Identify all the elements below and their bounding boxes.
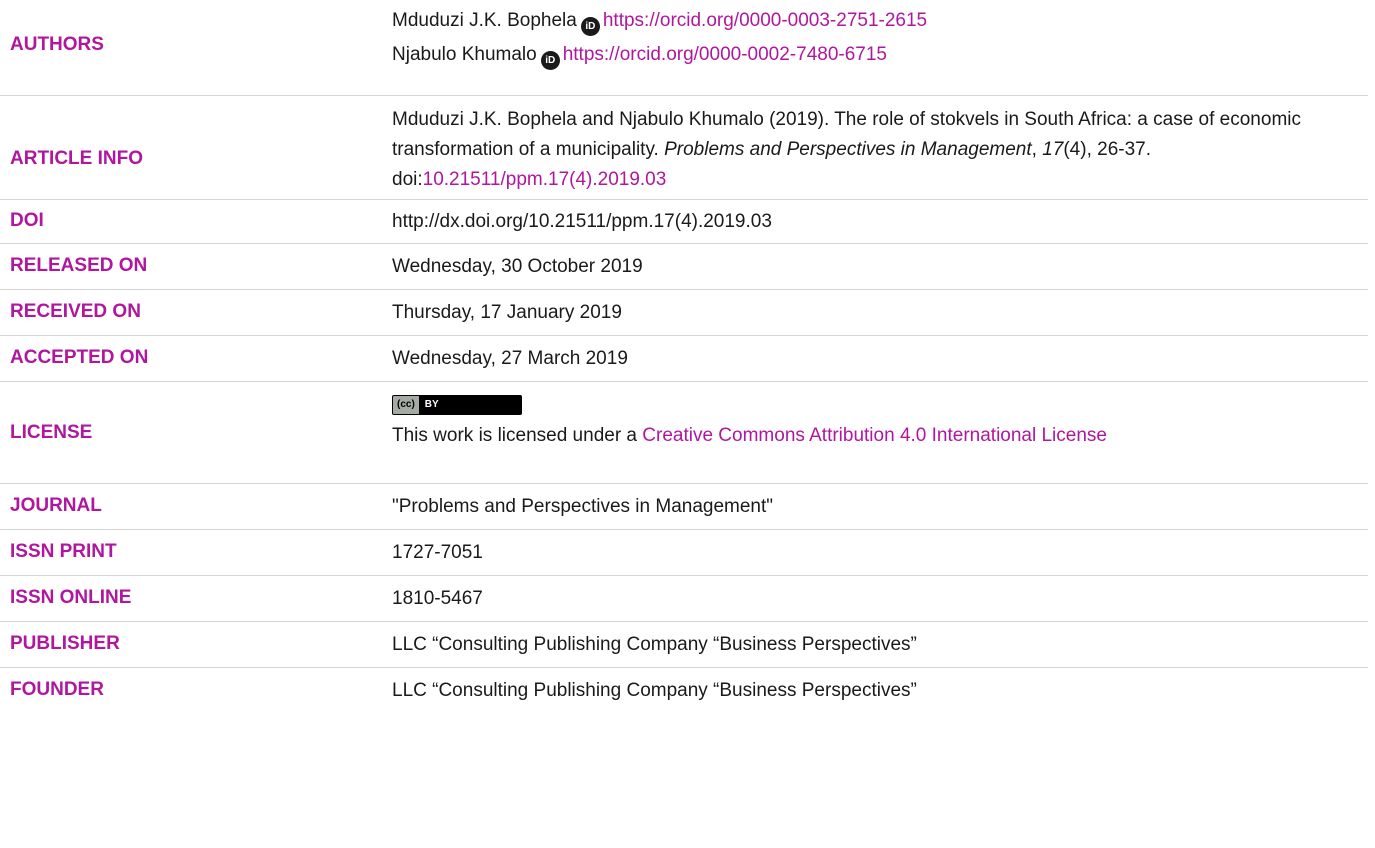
- author-item: Mduduzi J.K. Bophela iD https://orcid.org/…: [392, 4, 1360, 38]
- authors-value: Mduduzi J.K. Bophela iD https://orcid.org/…: [392, 4, 1360, 72]
- citation-volume: 17: [1042, 139, 1064, 160]
- license-prefix: This work is licensed under a: [392, 425, 643, 446]
- row-authors: AUTHORS Mduduzi J.K. Bophela iD https://or…: [0, 0, 1368, 96]
- issn-online-value: 1810-5467: [392, 588, 483, 609]
- publisher-value: LLC “Consulting Publishing Company “Busi…: [392, 634, 917, 655]
- row-publisher: PUBLISHER LLC “Consulting Publishing Com…: [0, 622, 1368, 668]
- row-released: RELEASED ON Wednesday, 30 October 2019: [0, 244, 1368, 290]
- issn-online-label: ISSN ONLINE: [10, 587, 132, 608]
- orcid-icon: iD: [580, 17, 600, 36]
- accepted-label: ACCEPTED ON: [10, 347, 149, 368]
- founder-label: FOUNDER: [10, 679, 104, 700]
- article-info-label: ARTICLE INFO: [10, 148, 143, 169]
- by-icon: BY: [424, 399, 439, 410]
- row-issn-print: ISSN PRINT 1727-7051: [0, 530, 1368, 576]
- row-license: LICENSE (cc) BY This work is licensed und…: [0, 382, 1368, 484]
- orcid-link[interactable]: https://orcid.org/0000-0002-7480-6715: [563, 44, 887, 65]
- founder-value: LLC “Consulting Publishing Company “Busi…: [392, 680, 917, 701]
- row-issn-online: ISSN ONLINE 1810-5467: [0, 576, 1368, 622]
- released-value: Wednesday, 30 October 2019: [392, 256, 643, 277]
- doi-value: http://dx.doi.org/10.21511/ppm.17(4).201…: [392, 211, 772, 232]
- issn-print-value: 1727-7051: [392, 542, 483, 563]
- license-label: LICENSE: [10, 422, 93, 443]
- doi-label: DOI: [10, 210, 44, 231]
- author-name: Njabulo Khumalo: [392, 44, 537, 65]
- license-text: This work is licensed under a Creative C…: [392, 421, 1360, 451]
- row-received: RECEIVED ON Thursday, 17 January 2019: [0, 290, 1368, 336]
- issn-print-label: ISSN PRINT: [10, 541, 117, 562]
- license-link[interactable]: Creative Commons Attribution 4.0 Interna…: [642, 425, 1107, 446]
- orcid-icon: iD: [540, 51, 560, 70]
- received-label: RECEIVED ON: [10, 301, 141, 322]
- released-label: RELEASED ON: [10, 255, 148, 276]
- row-doi: DOI http://dx.doi.org/10.21511/ppm.17(4)…: [0, 200, 1368, 244]
- author-name: Mduduzi J.K. Bophela: [392, 10, 577, 31]
- row-accepted: ACCEPTED ON Wednesday, 27 March 2019: [0, 336, 1368, 382]
- publisher-label: PUBLISHER: [10, 633, 120, 654]
- journal-value: "Problems and Perspectives in Management…: [392, 496, 774, 517]
- accepted-value: Wednesday, 27 March 2019: [392, 348, 628, 369]
- orcid-link[interactable]: https://orcid.org/0000-0003-2751-2615: [603, 10, 927, 31]
- authors-label: AUTHORS: [10, 34, 104, 55]
- row-article-info: ARTICLE INFO Mduduzi J.K. Bophela and Nj…: [0, 96, 1368, 200]
- row-founder: FOUNDER LLC “Consulting Publishing Compa…: [0, 668, 1368, 713]
- license-value: (cc) BY This work is licensed under a Cre…: [392, 387, 1360, 451]
- author-item: Njabulo Khumalo iD https://orcid.org/0000-…: [392, 38, 1360, 72]
- journal-label: JOURNAL: [10, 495, 102, 516]
- row-journal: JOURNAL "Problems and Perspectives in Ma…: [0, 484, 1368, 530]
- citation-journal: Problems and Perspectives in Management: [664, 139, 1032, 160]
- cc-icon: (cc): [393, 396, 420, 414]
- received-value: Thursday, 17 January 2019: [392, 302, 622, 323]
- cc-by-badge-icon[interactable]: (cc) BY: [392, 395, 522, 415]
- citation-doi-link[interactable]: 10.21511/ppm.17(4).2019.03: [423, 169, 667, 190]
- article-info-value: Mduduzi J.K. Bophela and Njabulo Khumalo…: [392, 109, 1301, 190]
